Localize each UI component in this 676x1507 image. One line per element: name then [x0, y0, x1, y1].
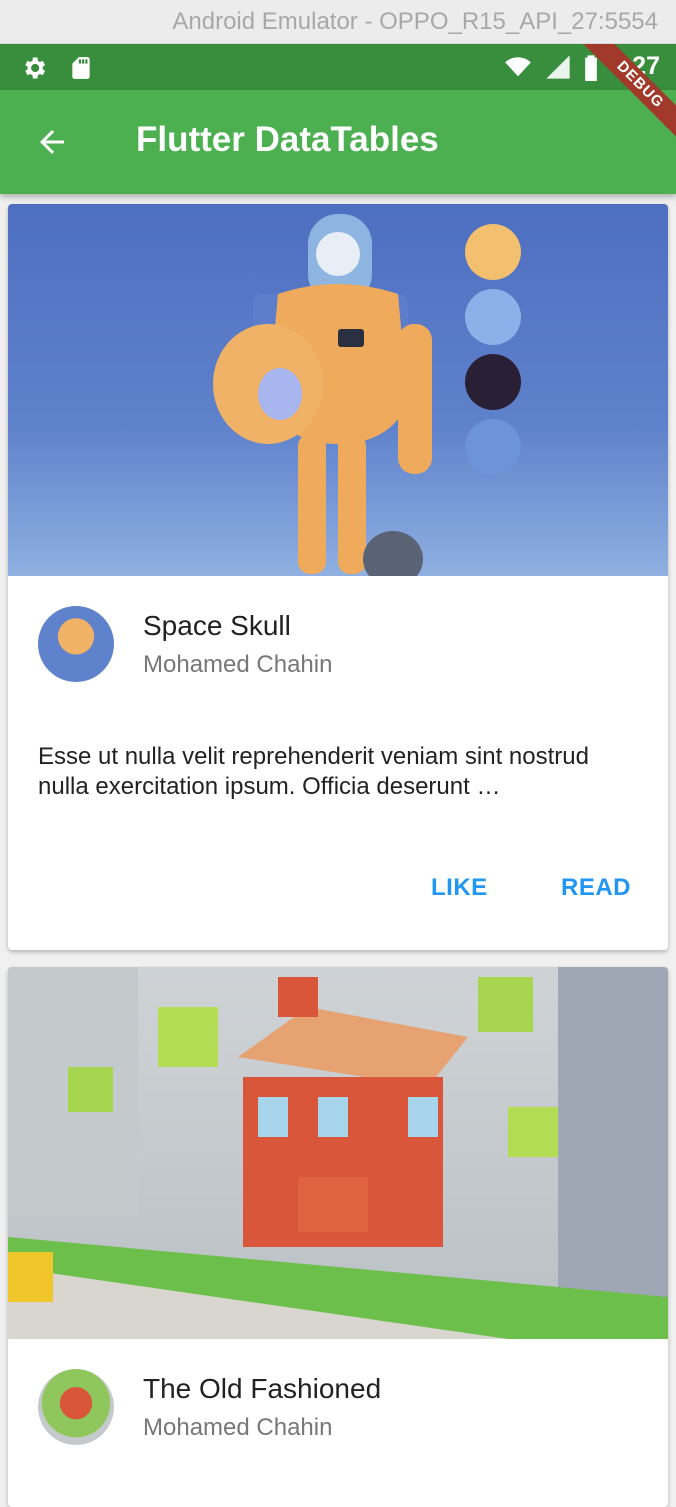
article-card[interactable]: Space Skull Mohamed Chahin Esse ut nulla… [8, 204, 668, 950]
avatar [38, 1369, 114, 1445]
signal-icon [546, 54, 570, 79]
card-title: The Old Fashioned [143, 1373, 382, 1404]
card-image-space-skull [8, 204, 668, 576]
back-arrow-icon[interactable] [34, 124, 70, 160]
avatar [38, 606, 114, 682]
emulator-title-bar: Android Emulator - OPPO_R15_API_27:5554 [0, 0, 676, 44]
card-image-old-fashioned [8, 967, 668, 1339]
sd-card-icon [72, 57, 90, 79]
settings-icon [25, 57, 46, 79]
emulator-title: Android Emulator - OPPO_R15_API_27:5554 [172, 8, 658, 35]
like-button[interactable]: LIKE [431, 874, 488, 902]
card-author: Mohamed Chahin [143, 1414, 333, 1441]
article-card[interactable]: The Old Fashioned Mohamed Chahin [8, 967, 668, 1507]
card-body-text: Esse ut nulla velit reprehenderit veniam… [38, 743, 589, 800]
wifi-icon [505, 56, 531, 76]
app-bar: Flutter DataTables [0, 90, 676, 194]
read-button[interactable]: READ [561, 874, 631, 902]
card-title: Space Skull [143, 610, 291, 641]
status-time: 3:27 [609, 52, 660, 80]
status-bar: 3:27 [0, 44, 676, 90]
card-author: Mohamed Chahin [143, 651, 333, 678]
battery-icon [585, 54, 597, 81]
page-title: Flutter DataTables [136, 120, 439, 159]
